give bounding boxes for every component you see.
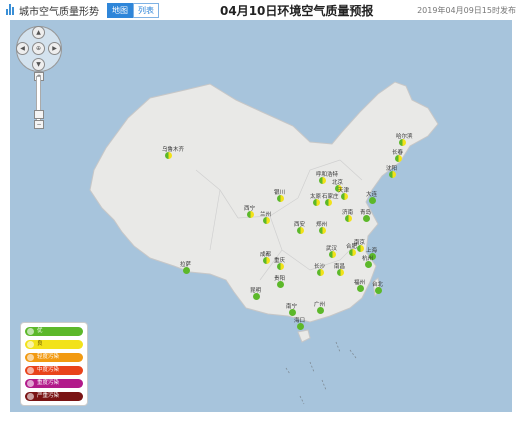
header: 城市空气质量形势 地图 列表 04月10日环境空气质量预报 2019年04月09…	[0, 0, 522, 20]
city-label: 兰州	[260, 212, 272, 218]
city-label: 昆明	[250, 288, 262, 294]
legend-item-light[interactable]: 轻度污染	[25, 353, 83, 362]
city-marker[interactable]	[317, 307, 324, 314]
legend-dot-icon	[27, 393, 34, 400]
city-label: 哈尔滨	[396, 134, 413, 140]
city-label: 石家庄	[322, 194, 339, 200]
tab-list[interactable]: 列表	[133, 3, 159, 18]
chart-icon	[6, 4, 15, 15]
legend-item-fair[interactable]: 良	[25, 340, 83, 349]
city-marker[interactable]	[365, 261, 372, 268]
city-marker[interactable]	[183, 267, 190, 274]
city-label: 郑州	[316, 222, 328, 228]
city-marker[interactable]	[341, 193, 348, 200]
pan-down-button[interactable]: ▼	[32, 58, 45, 71]
city-marker[interactable]	[375, 287, 382, 294]
city-marker[interactable]	[399, 139, 406, 146]
city-marker[interactable]	[277, 195, 284, 202]
city-marker[interactable]	[277, 263, 284, 270]
legend-dot-icon	[27, 341, 34, 348]
city-marker[interactable]	[289, 309, 296, 316]
city-marker[interactable]	[297, 227, 304, 234]
city-marker[interactable]	[345, 215, 352, 222]
city-label: 南宁	[286, 304, 298, 310]
city-marker[interactable]	[313, 199, 320, 206]
city-label: 台北	[372, 282, 384, 288]
hainan-island	[297, 329, 311, 343]
city-label: 南京	[354, 240, 366, 246]
pan-right-button[interactable]: ▶	[48, 42, 61, 55]
city-marker[interactable]	[317, 269, 324, 276]
legend-item-good[interactable]: 优	[25, 327, 83, 336]
city-label: 青岛	[360, 210, 372, 216]
legend-dot-icon	[27, 380, 34, 387]
city-label: 北京	[332, 180, 344, 186]
city-label: 广州	[314, 302, 326, 308]
legend-item-heavy[interactable]: 重度污染	[25, 379, 83, 388]
city-label: 乌鲁木齐	[162, 147, 185, 153]
pan-control[interactable]: ▲ ▼ ◀ ▶ ⊕	[16, 26, 62, 72]
city-marker[interactable]	[263, 257, 270, 264]
city-label: 长沙	[314, 264, 326, 270]
city-marker[interactable]	[247, 211, 254, 218]
city-label: 呼和浩特	[316, 172, 339, 178]
city-label: 贵阳	[274, 276, 286, 282]
page-title: 04月10日环境空气质量预报	[220, 4, 374, 18]
city-label: 沈阳	[386, 166, 398, 172]
city-label: 太原	[310, 194, 322, 200]
legend-item-moderate[interactable]: 中度污染	[25, 366, 83, 375]
city-marker[interactable]	[325, 199, 332, 206]
city-label: 福州	[354, 280, 366, 286]
zoom-slider-thumb[interactable]	[34, 110, 44, 119]
city-label: 上海	[366, 248, 378, 254]
legend-item-severe[interactable]: 严重污染	[25, 392, 83, 401]
sea-boundary-dashes	[285, 341, 357, 405]
city-marker[interactable]	[319, 227, 326, 234]
legend-dot-icon	[27, 367, 34, 374]
pan-left-button[interactable]: ◀	[16, 42, 29, 55]
city-label: 天津	[338, 188, 350, 194]
city-label: 成都	[260, 252, 272, 258]
aqi-legend: 优 良 轻度污染 中度污染 重度污染 严重污染	[20, 322, 88, 406]
pan-center-button[interactable]: ⊕	[32, 42, 45, 55]
city-label: 西安	[294, 222, 306, 228]
city-marker[interactable]	[277, 281, 284, 288]
zoom-out-button[interactable]: −	[34, 120, 44, 129]
city-marker[interactable]	[369, 197, 376, 204]
publish-time: 2019年04月09日15时发布	[417, 6, 516, 15]
city-marker[interactable]	[357, 285, 364, 292]
pan-up-button[interactable]: ▲	[32, 26, 45, 39]
city-label: 银川	[274, 190, 286, 196]
section-title: 城市空气质量形势	[19, 7, 99, 18]
city-marker[interactable]	[349, 249, 356, 256]
china-land	[89, 81, 439, 323]
city-marker[interactable]	[297, 323, 304, 330]
city-marker[interactable]	[337, 269, 344, 276]
legend-dot-icon	[27, 354, 34, 361]
legend-dot-icon	[27, 328, 34, 335]
city-label: 拉萨	[180, 262, 192, 268]
city-marker[interactable]	[329, 251, 336, 258]
city-label: 西宁	[244, 206, 256, 212]
city-label: 海口	[294, 318, 306, 324]
city-marker[interactable]	[363, 215, 370, 222]
city-label: 长春	[392, 150, 404, 156]
tab-map[interactable]: 地图	[107, 3, 133, 18]
city-marker[interactable]	[357, 245, 364, 252]
city-label: 济南	[342, 210, 354, 216]
city-label: 南昌	[334, 264, 346, 270]
map-view[interactable]: ▲ ▼ ◀ ▶ ⊕ + − 优 良 轻度污染 中度污染 重度污染 严重污染 乌鲁…	[10, 20, 512, 412]
city-marker[interactable]	[389, 171, 396, 178]
city-marker[interactable]	[395, 155, 402, 162]
city-marker[interactable]	[165, 152, 172, 159]
city-marker[interactable]	[263, 217, 270, 224]
city-label: 武汉	[326, 246, 338, 252]
city-marker[interactable]	[253, 293, 260, 300]
city-label: 大连	[366, 192, 378, 198]
city-label: 重庆	[274, 258, 286, 264]
city-marker[interactable]	[319, 177, 326, 184]
city-label: 杭州	[362, 256, 374, 262]
